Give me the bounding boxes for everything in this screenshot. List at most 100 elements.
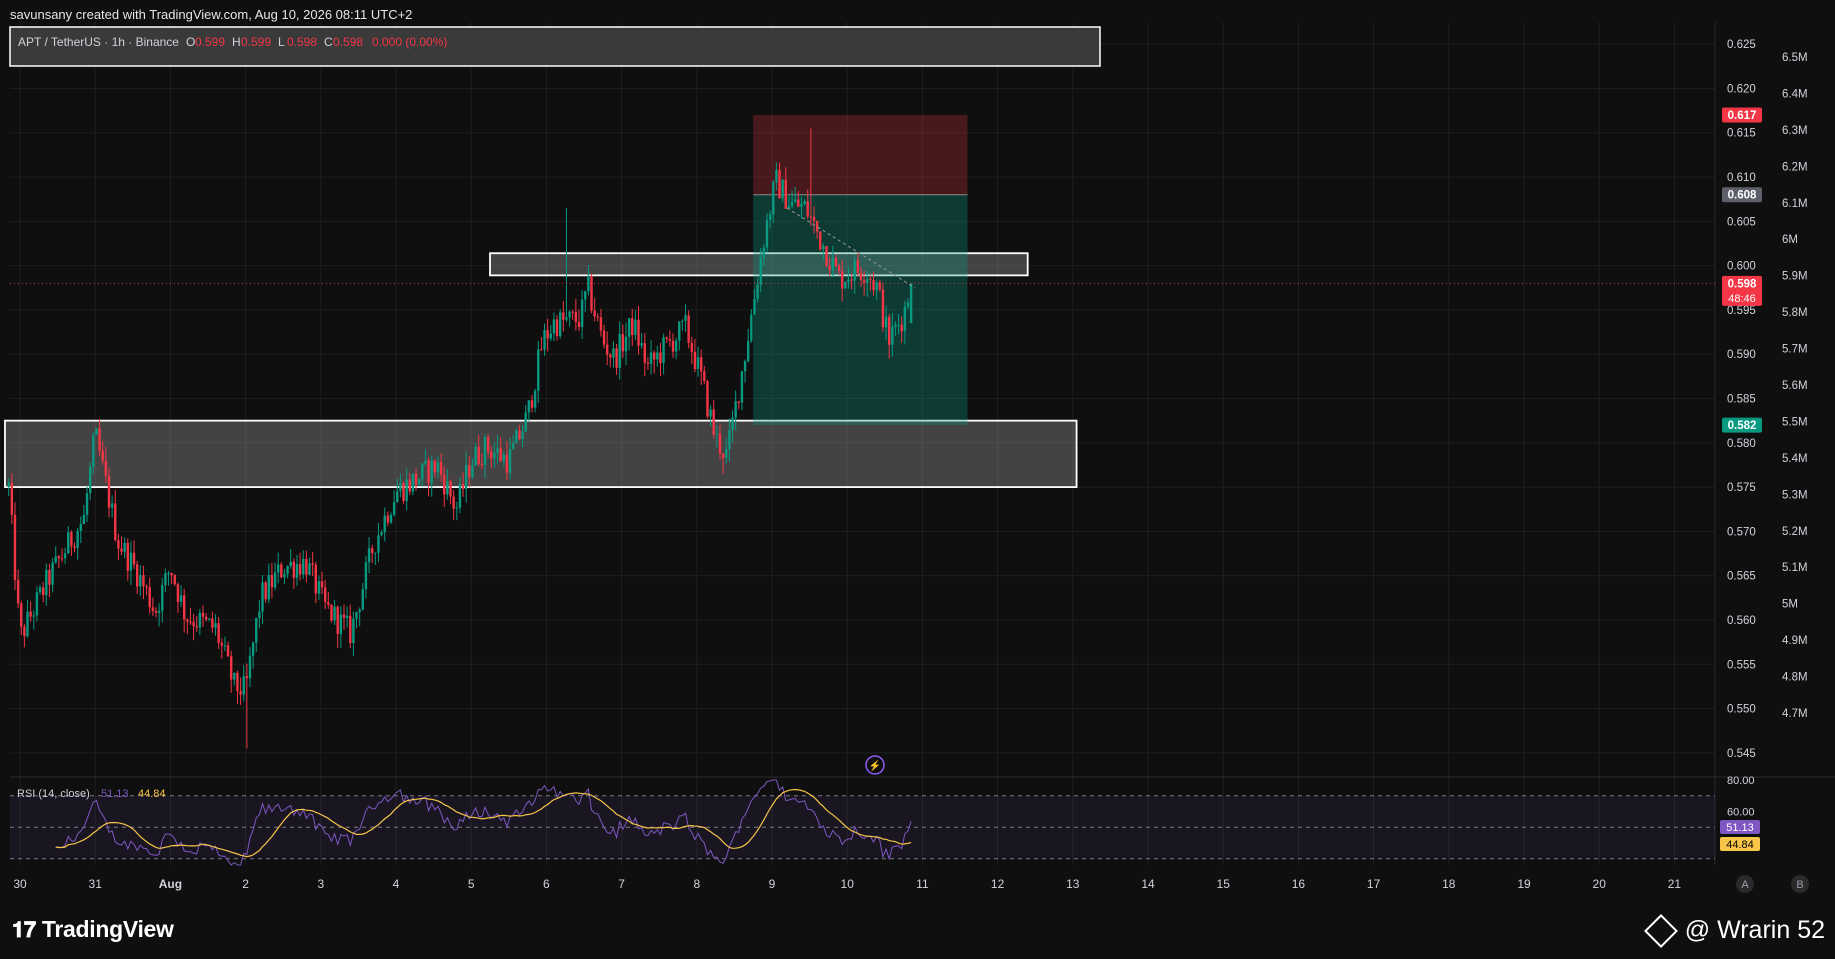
candle-body <box>634 319 637 336</box>
candle-body <box>681 320 684 322</box>
candle-body <box>468 464 471 478</box>
candle-body <box>57 556 61 559</box>
candle-body <box>671 340 675 352</box>
candle-body <box>712 409 715 435</box>
candle-body <box>35 592 39 616</box>
candle-body <box>13 514 17 581</box>
position-target-zone[interactable] <box>753 194 968 426</box>
candle-body <box>402 483 405 501</box>
candle-body <box>568 311 571 318</box>
candle-body <box>229 656 233 680</box>
candle-body <box>649 352 653 364</box>
candle-body <box>897 324 900 326</box>
candle-body <box>60 558 64 560</box>
candle-body <box>374 552 377 554</box>
price-tick-label: 0.620 <box>1727 83 1756 95</box>
candle-body <box>562 312 565 320</box>
volume-tick-label: 5M <box>1782 599 1798 611</box>
candle-body <box>555 319 559 337</box>
candle-body <box>302 558 305 575</box>
time-tick-label: 11 <box>916 877 929 891</box>
candle-body <box>521 431 524 439</box>
price-tick-label: 0.565 <box>1727 571 1756 583</box>
candle-body <box>370 548 374 553</box>
volume-tick-label: 4.7M <box>1782 708 1808 720</box>
price-tick-label: 0.600 <box>1727 261 1756 273</box>
volume-tick-label: 6.3M <box>1782 125 1808 137</box>
ohlc-value: 0.598 <box>333 35 363 49</box>
volume-tick-label: 6.5M <box>1782 52 1808 64</box>
candle-body <box>314 564 317 594</box>
time-tick-label: 21 <box>1668 877 1682 891</box>
candle-body <box>167 572 170 574</box>
candle-body <box>142 575 145 587</box>
candle-body <box>756 284 759 299</box>
candle-body <box>408 479 411 492</box>
candle-body <box>605 344 609 355</box>
candle-body <box>132 552 136 565</box>
chart-canvas[interactable]: 0.625 0.620 0.615 0.610 0.605 0.600 0.595 0.590… <box>0 0 1835 910</box>
candle-body <box>781 179 784 199</box>
candle-body <box>458 483 462 508</box>
candle-body <box>483 437 487 466</box>
time-tick-label: 13 <box>1066 877 1080 891</box>
chart-credit: savunsany created with TradingView.com, … <box>10 7 413 22</box>
candle-body <box>515 430 518 444</box>
candle-body <box>164 573 167 586</box>
candle-body <box>652 352 656 360</box>
candle-body <box>631 318 634 336</box>
candle-body <box>217 623 220 643</box>
candle-body <box>609 354 612 358</box>
candle-body <box>267 575 270 600</box>
candle-body <box>211 618 214 628</box>
candle-body <box>123 542 126 552</box>
price-tick-label: 0.610 <box>1727 172 1756 184</box>
candle-body <box>54 556 57 563</box>
candle-body <box>627 318 631 337</box>
time-tick-label: 14 <box>1141 877 1155 891</box>
candle-body <box>192 621 195 627</box>
candle-body <box>201 612 205 617</box>
volume-tick-label: 6.1M <box>1782 198 1808 210</box>
candle-body <box>110 503 114 508</box>
time-tick-label: 8 <box>693 877 700 891</box>
candle-body <box>311 563 314 565</box>
time-tick-label: 17 <box>1367 877 1381 891</box>
candle-body <box>662 337 665 364</box>
candle-body <box>909 283 913 324</box>
change-value: 0.000 (0.00%) <box>372 35 447 49</box>
candle-body <box>73 546 76 549</box>
candle-body <box>853 260 856 281</box>
binance-diamond-icon <box>1643 913 1678 948</box>
candle-body <box>414 473 418 485</box>
price-tick-label: 0.575 <box>1727 482 1756 494</box>
volume-tick-label: 5.3M <box>1782 489 1808 501</box>
candle-body <box>696 357 700 369</box>
candle-body <box>245 676 249 679</box>
candle-body <box>859 272 863 281</box>
candle-body <box>242 676 245 695</box>
volume-tick-label: 5.2M <box>1782 526 1808 538</box>
candle-body <box>505 454 509 473</box>
candle-body <box>95 428 98 436</box>
candle-body <box>220 642 223 646</box>
time-tick-label: 6 <box>543 877 550 891</box>
symbol-label: APT / TetherUS · 1h · Binance <box>18 35 179 49</box>
candle-body <box>392 502 396 515</box>
volume-tick-label: 5.4M <box>1782 453 1808 465</box>
candle-body <box>41 587 45 596</box>
candle-body <box>837 266 841 271</box>
candle-body <box>51 562 54 585</box>
candle-body <box>70 532 73 547</box>
zone-rectangle[interactable] <box>4 419 1078 488</box>
candle-body <box>295 564 299 578</box>
candle-body <box>533 390 537 408</box>
candle-body <box>449 481 452 497</box>
tradingview-brand[interactable]: 𝟏𝟕 TradingView <box>12 916 174 943</box>
candle-body <box>399 483 402 492</box>
candle-body <box>101 450 104 461</box>
candle-body <box>599 317 603 331</box>
candle-body <box>699 357 703 372</box>
volume-tick-label: 5.6M <box>1782 380 1808 392</box>
candle-body <box>900 324 903 332</box>
